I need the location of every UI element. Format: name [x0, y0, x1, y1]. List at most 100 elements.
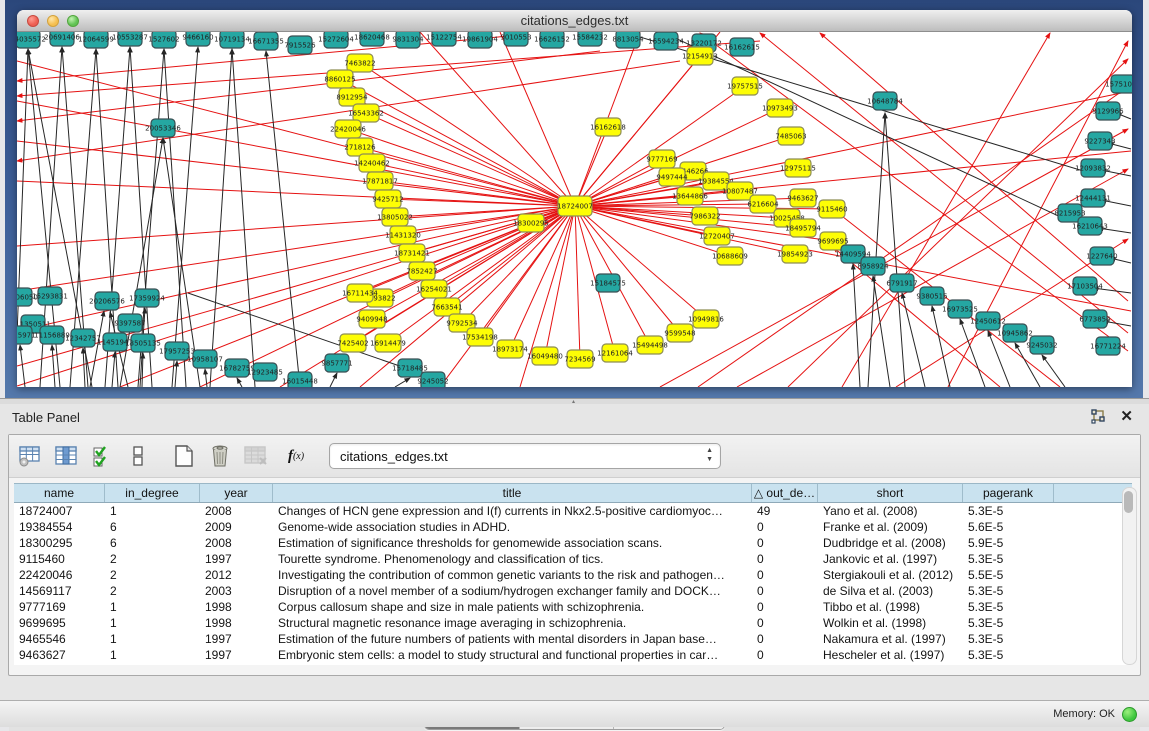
- table-row[interactable]: 977716911998Corpus callosum shape and si…: [14, 599, 1132, 615]
- graph-node[interactable]: 8860125: [324, 70, 355, 88]
- graph-node[interactable]: 9380515: [916, 287, 947, 305]
- table-selector-dropdown[interactable]: citations_edges.txt ▲▼: [329, 443, 721, 469]
- graph-node[interactable]: 9129966: [1092, 102, 1124, 120]
- table-row[interactable]: 969969511998Structural magnetic resonanc…: [14, 615, 1132, 631]
- graph-node[interactable]: 8912954: [336, 88, 368, 106]
- graph-node[interactable]: 15584232: [572, 32, 608, 46]
- graph-node[interactable]: 16771224: [1090, 337, 1126, 355]
- graph-node[interactable]: 16711434: [342, 284, 378, 302]
- graph-node[interactable]: 18300295: [513, 214, 549, 232]
- graph-node[interactable]: 12093832: [1075, 159, 1111, 177]
- graph-node[interactable]: 22420046: [330, 120, 366, 138]
- select-all-columns-icon[interactable]: [87, 441, 117, 471]
- graph-node[interactable]: 14240462: [354, 154, 390, 172]
- graph-node[interactable]: 9115460: [816, 200, 847, 218]
- graph-node[interactable]: 16162618: [590, 118, 626, 136]
- graph-node[interactable]: 12161064: [597, 344, 633, 362]
- graph-node[interactable]: 9599548: [664, 324, 695, 342]
- function-builder-icon[interactable]: f(x): [281, 441, 311, 471]
- graph-node[interactable]: 10648784: [867, 92, 903, 110]
- graph-node[interactable]: 9466160: [182, 32, 213, 46]
- graph-node[interactable]: 9409948: [356, 310, 387, 328]
- graph-node[interactable]: 20691406: [44, 32, 80, 46]
- graph-node[interactable]: 17359924: [129, 289, 165, 307]
- graph-node[interactable]: 7425402: [337, 334, 368, 352]
- column-header-name[interactable]: name: [14, 484, 105, 502]
- graph-node[interactable]: 9831304: [392, 32, 424, 48]
- graph-node[interactable]: 9397587: [114, 314, 145, 332]
- graph-node[interactable]: 7485063: [775, 127, 806, 145]
- deselect-all-columns-icon[interactable]: [123, 441, 153, 471]
- graph-node[interactable]: 7463822: [344, 54, 375, 72]
- graph-node[interactable]: 20053346: [145, 119, 181, 137]
- table-row[interactable]: 2242004622012Investigating the contribut…: [14, 567, 1132, 583]
- graph-node[interactable]: 16162615: [724, 38, 760, 56]
- graph-node[interactable]: 9463627: [787, 189, 818, 207]
- table-row[interactable]: 1938455462009Genome-wide association stu…: [14, 519, 1132, 535]
- network-view-window[interactable]: citations_edges.txt 24035572206914061206…: [17, 10, 1132, 387]
- graph-node[interactable]: 15494498: [632, 336, 668, 354]
- table-row[interactable]: 1456911722003Disruption of a novel membe…: [14, 583, 1132, 599]
- graph-node[interactable]: 12342757: [65, 329, 101, 347]
- graph-node[interactable]: 10949816: [688, 310, 724, 328]
- table-row[interactable]: 911546021997Tourette syndrome. Phenomeno…: [14, 551, 1132, 567]
- graph-node[interactable]: 16671355: [248, 32, 284, 50]
- graph-node[interactable]: 9777169: [646, 150, 677, 168]
- graph-node[interactable]: 18495794: [785, 219, 821, 237]
- graph-node[interactable]: 1227640: [1086, 247, 1117, 265]
- delete-table-icon[interactable]: [241, 441, 271, 471]
- column-header-pagerank[interactable]: pagerank: [963, 484, 1054, 502]
- graph-node[interactable]: 18973174: [492, 340, 528, 358]
- graph-node[interactable]: 9857771: [321, 354, 352, 372]
- graph-node[interactable]: 7852427: [406, 262, 437, 280]
- graph-node[interactable]: 12154913: [682, 47, 718, 65]
- table-row[interactable]: 946362711997Embryonic stem cells: a mode…: [14, 647, 1132, 663]
- graph-node[interactable]: 17871817: [362, 172, 398, 190]
- graph-node[interactable]: 10973493: [762, 99, 798, 117]
- graph-node[interactable]: 8813054: [612, 32, 644, 48]
- graph-node[interactable]: 7234569: [564, 350, 595, 368]
- float-panel-icon[interactable]: [1090, 409, 1106, 425]
- table-mode-icon[interactable]: [15, 441, 45, 471]
- column-header-year[interactable]: year: [200, 484, 273, 502]
- graph-node[interactable]: 18731421: [394, 244, 430, 262]
- graph-node[interactable]: 15293831: [32, 287, 68, 305]
- graph-node[interactable]: 12064599: [78, 32, 114, 48]
- graph-node[interactable]: 13805022: [377, 208, 413, 226]
- table-row[interactable]: 1830029562008Estimation of significance …: [14, 535, 1132, 551]
- table-row[interactable]: 946554611997Estimation of the future num…: [14, 631, 1132, 647]
- graph-node[interactable]: 7663541: [431, 298, 462, 316]
- memory-status-icon[interactable]: [1122, 707, 1137, 722]
- graph-node[interactable]: 9245052: [417, 372, 448, 387]
- graph-node[interactable]: 15272604: [318, 32, 354, 48]
- graph-node[interactable]: 2718126: [344, 138, 376, 156]
- graph-node[interactable]: 12975115: [780, 159, 816, 177]
- graph-node[interactable]: 13644866: [672, 187, 708, 205]
- graph-node[interactable]: 1527602: [148, 32, 179, 48]
- graph-node[interactable]: 24035572: [17, 32, 46, 48]
- window-titlebar[interactable]: citations_edges.txt: [17, 10, 1132, 32]
- graph-node[interactable]: 15122754: [426, 32, 462, 46]
- graph-node[interactable]: 16015448: [282, 372, 318, 387]
- column-header-title[interactable]: title: [273, 484, 752, 502]
- graph-node[interactable]: 9010553: [500, 32, 531, 46]
- graph-node[interactable]: 10945862: [997, 324, 1033, 342]
- graph-node[interactable]: 12720407: [699, 227, 735, 245]
- graph-node[interactable]: 10553287: [112, 32, 148, 46]
- graph-node[interactable]: 7915526: [284, 36, 316, 54]
- column-header-out_de[interactable]: △ out_de…: [752, 484, 818, 502]
- graph-node[interactable]: 16973525: [942, 300, 978, 318]
- graph-node[interactable]: 8958924: [857, 257, 889, 275]
- graph-node[interactable]: 11431320: [385, 226, 421, 244]
- graph-node[interactable]: 18620468: [354, 32, 390, 46]
- graph-node[interactable]: 16626152: [534, 32, 570, 48]
- network-canvas[interactable]: 2403557220691406120645991055328715276029…: [17, 32, 1132, 387]
- graph-node[interactable]: 9425712: [372, 190, 403, 208]
- graph-node[interactable]: 16254021: [416, 280, 452, 298]
- delete-columns-icon[interactable]: [205, 441, 235, 471]
- create-column-icon[interactable]: [169, 441, 199, 471]
- scrollbar-thumb[interactable]: [1124, 491, 1133, 513]
- graph-node[interactable]: 12450612: [970, 312, 1006, 330]
- graph-node[interactable]: 16049480: [527, 347, 563, 365]
- graph-node[interactable]: 17534198: [462, 328, 498, 346]
